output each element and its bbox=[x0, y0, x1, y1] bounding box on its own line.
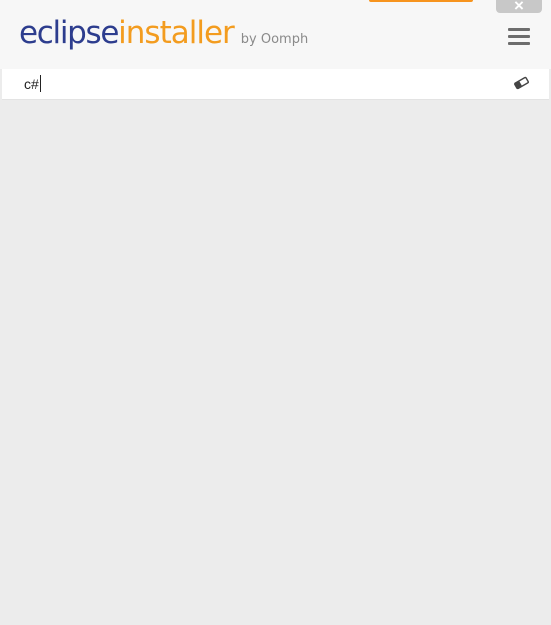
close-icon: × bbox=[514, 0, 524, 15]
search-bar: c# bbox=[2, 69, 549, 100]
search-value: c# bbox=[24, 76, 39, 92]
product-list-area bbox=[2, 100, 549, 625]
close-button[interactable]: × bbox=[496, 0, 542, 15]
eraser-icon[interactable] bbox=[513, 76, 530, 90]
header: × eclipseinstaller by Oomph bbox=[0, 0, 551, 69]
logo-byline: by Oomph bbox=[240, 32, 309, 47]
logo-installer: installer bbox=[118, 15, 235, 51]
hamburger-menu-icon[interactable] bbox=[508, 28, 530, 46]
eclipse-installer-logo: eclipseinstaller by Oomph bbox=[19, 15, 308, 51]
menu-line bbox=[508, 42, 530, 45]
menu-line bbox=[508, 28, 530, 31]
search-input[interactable]: c# bbox=[24, 74, 41, 94]
text-caret bbox=[39, 75, 41, 92]
update-indicator-bar[interactable] bbox=[369, 0, 473, 2]
logo-eclipse: eclipse bbox=[19, 15, 119, 51]
menu-line bbox=[508, 35, 530, 38]
